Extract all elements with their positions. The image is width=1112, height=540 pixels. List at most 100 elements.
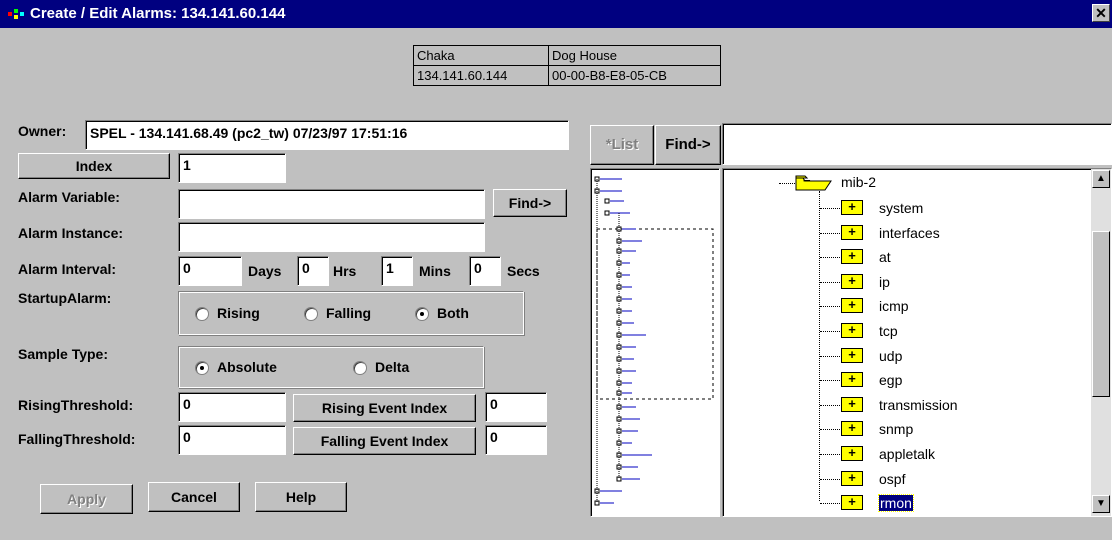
mib-overview-pane[interactable] <box>590 168 720 517</box>
apply-button[interactable]: Apply <box>40 484 133 514</box>
closed-folder-icon[interactable]: + <box>841 200 863 215</box>
falling-event-field[interactable]: 0 <box>485 425 547 455</box>
closed-folder-icon[interactable]: + <box>841 224 863 240</box>
tree-node-appletalk[interactable]: + appletalk <box>723 442 1023 466</box>
rising-event-value: 0 <box>490 396 498 412</box>
scroll-down-icon[interactable]: ▼ <box>1092 495 1110 513</box>
tree-connector <box>820 257 842 259</box>
tree-node-snmp[interactable]: + snmp <box>723 417 1023 441</box>
startup-falling-radio[interactable]: Falling <box>304 305 371 322</box>
list-button[interactable]: *List <box>590 125 654 165</box>
app-icon <box>8 9 24 19</box>
closed-folder-icon[interactable]: + <box>841 347 863 363</box>
owner-field[interactable]: SPEL - 134.141.68.49 (pc2_tw) 07/23/97 1… <box>85 120 569 150</box>
closed-folder-icon[interactable]: + <box>841 446 863 461</box>
tree-node-label: egp <box>879 372 903 389</box>
days-label: Days <box>248 263 282 279</box>
tree-node-label: snmp <box>879 421 914 438</box>
mib-find-button[interactable]: Find-> <box>655 125 721 165</box>
mins-field[interactable]: 1 <box>381 256 413 286</box>
alarm-interval-label: Alarm Interval: <box>18 261 117 277</box>
close-icon[interactable]: ✕ <box>1092 4 1110 22</box>
tree-connector <box>820 331 842 332</box>
tree-connector <box>820 232 842 234</box>
help-button[interactable]: Help <box>255 482 347 512</box>
closed-folder-icon[interactable]: + <box>841 421 863 437</box>
tree-node-at[interactable]: + at <box>723 245 1023 269</box>
tree-node-icmp[interactable]: + icmp <box>723 294 1023 318</box>
radio-selected-icon <box>415 307 429 322</box>
tree-connector <box>820 306 842 308</box>
alarm-variable-label: Alarm Variable: <box>18 189 120 205</box>
tree-node-label: ospf <box>879 470 906 487</box>
tree-node-label: icmp <box>879 298 909 315</box>
title-bar: Create / Edit Alarms: 134.141.60.144 ✕ <box>0 0 1112 28</box>
secs-field[interactable]: 0 <box>469 256 501 286</box>
window-title: Create / Edit Alarms: 134.141.60.144 <box>30 5 286 22</box>
closed-folder-icon[interactable]: + <box>841 323 863 338</box>
rising-event-field[interactable]: 0 <box>485 392 547 422</box>
mib-search-input[interactable] <box>722 123 1112 165</box>
tree-node-label: transmission <box>879 396 958 413</box>
alarm-variable-field[interactable] <box>178 189 485 219</box>
variable-find-button[interactable]: Find-> <box>493 189 567 217</box>
scroll-up-icon[interactable]: ▲ <box>1092 170 1110 188</box>
radio-icon <box>195 307 209 322</box>
tree-node-label: at <box>879 249 891 266</box>
scroll-thumb[interactable] <box>1092 231 1110 397</box>
tree-node-interfaces[interactable]: + interfaces <box>723 221 1023 245</box>
days-value: 0 <box>183 260 191 276</box>
alarm-instance-field[interactable] <box>178 222 485 252</box>
tree-node-rmon[interactable]: + rmon <box>723 491 1023 515</box>
days-field[interactable]: 0 <box>178 256 242 286</box>
tree-node-egp[interactable]: + egp <box>723 368 1023 392</box>
rising-event-index-button[interactable]: Rising Event Index <box>293 394 476 422</box>
closed-folder-icon[interactable]: + <box>841 372 863 388</box>
closed-folder-icon[interactable]: + <box>841 273 863 289</box>
rising-threshold-field[interactable]: 0 <box>178 392 286 422</box>
falling-threshold-value: 0 <box>183 429 191 445</box>
tree-connector <box>820 404 842 406</box>
tree-node-tcp[interactable]: + tcp <box>723 319 1023 343</box>
tree-connector <box>820 208 842 209</box>
cancel-button[interactable]: Cancel <box>148 482 240 512</box>
sample-absolute-radio[interactable]: Absolute <box>195 359 277 376</box>
closed-folder-icon[interactable]: + <box>841 396 863 412</box>
startup-rising-radio[interactable]: Rising <box>195 305 260 322</box>
radio-selected-icon <box>195 361 209 376</box>
device-name: Chaka <box>413 45 549 66</box>
closed-folder-icon[interactable]: + <box>841 495 863 511</box>
tree-node-label: udp <box>879 347 903 364</box>
tree-node-system[interactable]: + system <box>723 196 1023 220</box>
sample-delta-radio[interactable]: Delta <box>353 359 409 376</box>
tree-node-mib-2[interactable]: − mib-2 <box>723 171 1023 195</box>
tree-node-transmission[interactable]: + transmission <box>723 393 1023 417</box>
tree-node-udp[interactable]: + udp <box>723 344 1023 368</box>
tree-node-label: rmon <box>878 494 914 513</box>
mib-tree-pane[interactable]: − mib-2 + system + interfaces + at + ip + icmp + tc… <box>722 168 1112 517</box>
index-button[interactable]: Index <box>18 153 170 179</box>
hrs-label: Hrs <box>333 263 357 279</box>
collapse-icon: − <box>803 173 811 188</box>
tree-node-ospf[interactable]: + ospf <box>723 467 1023 491</box>
sample-type-label: Sample Type: <box>18 346 108 362</box>
index-field[interactable]: 1 <box>178 153 286 183</box>
tree-scrollbar[interactable]: ▲ ▼ <box>1091 169 1111 516</box>
rising-threshold-label: RisingThreshold: <box>18 397 134 413</box>
overview-viewport-frame[interactable] <box>596 228 714 400</box>
alarm-instance-value <box>179 223 484 225</box>
tree-node-label: mib-2 <box>841 174 877 190</box>
closed-folder-icon[interactable]: + <box>841 470 863 486</box>
falling-event-index-button[interactable]: Falling Event Index <box>293 427 476 455</box>
startup-both-radio[interactable]: Both <box>415 305 469 322</box>
sample-type-group: Absolute Delta <box>178 346 484 388</box>
hrs-field[interactable]: 0 <box>297 256 329 286</box>
tree-node-ip[interactable]: + ip <box>723 270 1023 294</box>
startup-alarm-group: Rising Falling Both <box>178 291 524 335</box>
falling-threshold-field[interactable]: 0 <box>178 425 286 455</box>
closed-folder-icon[interactable]: + <box>841 298 863 314</box>
tree-connector <box>820 454 842 455</box>
mib-overview-map[interactable] <box>591 169 719 516</box>
owner-value: SPEL - 134.141.68.49 (pc2_tw) 07/23/97 1… <box>90 125 408 141</box>
closed-folder-icon[interactable]: + <box>841 249 863 265</box>
